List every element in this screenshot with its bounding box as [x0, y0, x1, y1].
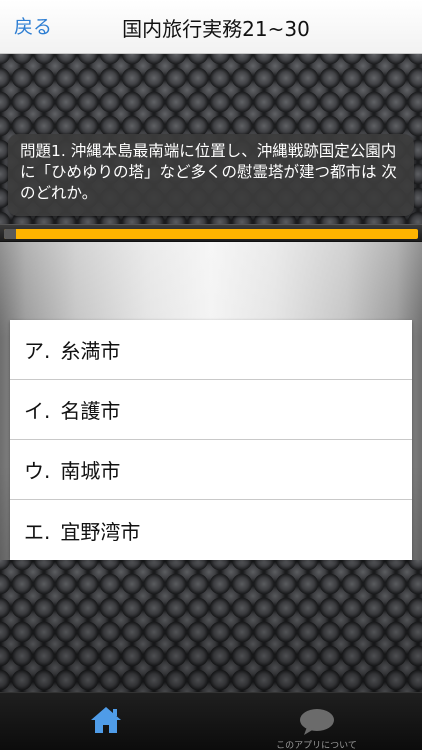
answer-text: 糸満市 — [60, 339, 121, 363]
answer-option-i[interactable]: イ. 名護市 — [10, 380, 412, 440]
answer-text: 南城市 — [60, 459, 121, 483]
answer-option-e[interactable]: エ. 宜野湾市 — [10, 500, 412, 560]
tab-about-label: このアプリについて — [276, 741, 357, 750]
navigation-bar: 戻る 国内旅行実務21~30 — [0, 0, 422, 54]
tab-home[interactable] — [0, 693, 211, 750]
answer-option-u[interactable]: ウ. 南城市 — [10, 440, 412, 500]
answer-option-a[interactable]: ア. 糸満市 — [10, 320, 412, 380]
progress-fill — [4, 229, 17, 239]
hex-pattern-background-bottom — [0, 560, 422, 692]
progress-track — [4, 229, 418, 239]
answer-letter: ウ. — [24, 459, 51, 483]
page-title: 国内旅行実務21~30 — [122, 17, 310, 41]
answer-text: 宜野湾市 — [60, 519, 141, 544]
answer-letter: エ. — [24, 519, 51, 544]
progress-bar — [0, 224, 422, 242]
answer-text: 名護市 — [60, 399, 121, 423]
tab-bar: このアプリについて — [0, 692, 422, 750]
question-text: 問題1. 沖縄本島最南端に位置し、沖縄戦跡国定公園内に「ひめゆりの塔」など多くの… — [20, 142, 397, 202]
answer-letter: ア. — [24, 339, 51, 363]
answer-letter: イ. — [24, 399, 51, 423]
tab-about-app[interactable]: このアプリについて — [211, 693, 422, 750]
home-icon — [90, 707, 121, 733]
question-box: 問題1. 沖縄本島最南端に位置し、沖縄戦跡国定公園内に「ひめゆりの塔」など多くの… — [8, 134, 414, 216]
chat-bubble-icon — [299, 709, 334, 735]
answer-list: ア. 糸満市 イ. 名護市 ウ. 南城市 エ. 宜野湾市 — [10, 320, 412, 560]
